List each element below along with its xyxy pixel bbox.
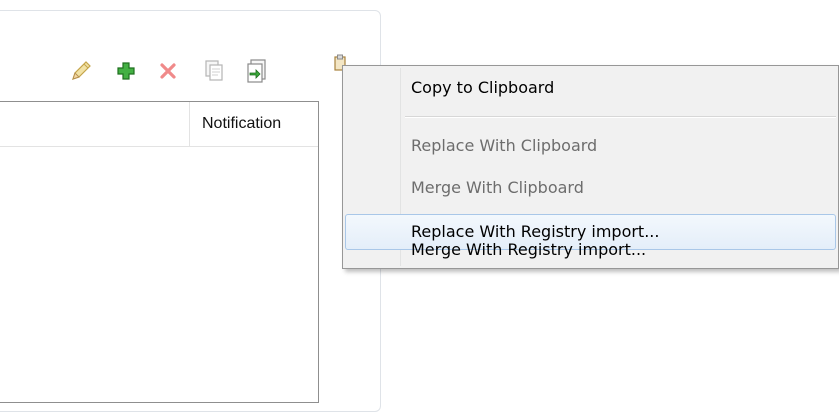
menu-item-replace-with-clipboard[interactable]: Replace With Clipboard [345,128,836,164]
green-plus-add-icon [117,62,135,80]
red-x-delete-icon [160,63,176,79]
menu-item-copy-to-clipboard[interactable]: Copy to Clipboard [345,70,836,106]
menu-separator [405,116,836,118]
table-header: Notification [0,102,318,147]
table-column-header-blank[interactable] [0,102,189,146]
import-button[interactable] [244,56,270,86]
import-document-icon [247,59,266,83]
copy-button[interactable] [201,56,227,86]
edit-button[interactable] [68,56,94,86]
table-column-header-notification[interactable]: Notification [191,102,281,146]
add-button[interactable] [113,56,139,86]
column-divider[interactable] [189,102,190,146]
menu-item-merge-with-registry-import[interactable]: Merge With Registry import... [345,232,836,268]
notification-table: Notification [0,101,319,403]
menu-item-merge-with-clipboard[interactable]: Merge With Clipboard [345,170,836,206]
pencil-edit-icon [72,61,91,80]
context-menu: Copy to Clipboard Replace With Clipboard… [342,65,839,269]
copy-document-icon [205,60,223,81]
delete-button[interactable] [155,56,181,86]
